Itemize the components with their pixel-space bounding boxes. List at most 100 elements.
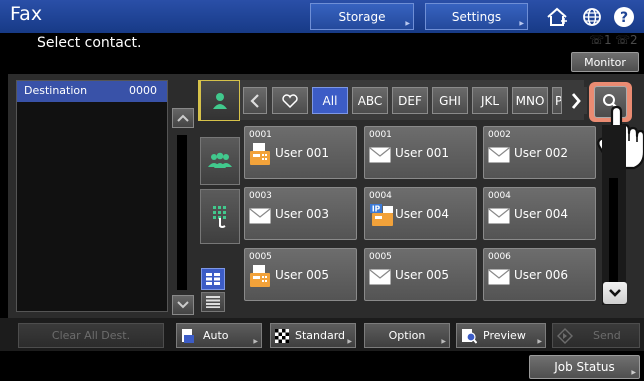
preview-label: Preview (483, 329, 526, 342)
filter-p-button[interactable]: P (552, 87, 562, 114)
contact-name: User 003 (275, 207, 330, 221)
dest-scrollbar[interactable] (177, 135, 187, 290)
globe-icon[interactable] (580, 5, 604, 29)
preview-button[interactable]: Preview ▶ (456, 323, 546, 348)
send-button[interactable]: Send (552, 323, 640, 348)
contact-grid: 0001 User 001 0001 User 001 0002 User 002 0003… (236, 122, 596, 312)
contact-card[interactable]: 0006 User 006 (483, 248, 596, 301)
list-view-icon (206, 296, 220, 308)
fax-icon (249, 142, 271, 170)
resolution-auto-button[interactable]: Auto ▶ (176, 323, 262, 348)
help-icon[interactable]: ? (612, 5, 636, 29)
preview-icon (462, 328, 477, 344)
app-title: Fax (10, 3, 43, 25)
auto-label: Auto (203, 329, 229, 342)
grid-scroll-down-button[interactable] (603, 282, 627, 304)
document-icon (182, 328, 194, 343)
dest-scroll-up-button[interactable] (172, 108, 194, 128)
email-icon (488, 147, 510, 167)
contact-name: User 006 (514, 268, 569, 282)
checker-icon (275, 328, 289, 343)
contact-name: User 001 (395, 146, 450, 160)
keypad-icon (213, 205, 226, 228)
send-icon (557, 327, 573, 344)
contact-card[interactable]: 0001 User 001 (244, 126, 357, 179)
contact-card[interactable]: 0005 User 005 (364, 248, 477, 301)
storage-button[interactable]: Storage ▶ (310, 3, 414, 30)
contact-name: User 004 (395, 207, 450, 221)
email-icon (249, 208, 271, 228)
email-icon (488, 208, 510, 228)
send-label: Send (593, 329, 621, 342)
destination-header[interactable]: Destination 0000 (17, 81, 167, 102)
line-2-indicator: ☏2 (615, 33, 638, 47)
contact-number: 0005 (249, 252, 272, 262)
fax-icon (249, 264, 271, 292)
filter-prev-button[interactable] (243, 87, 267, 114)
option-button[interactable]: Option ▶ (364, 323, 450, 348)
phone-icon: ☏ (589, 33, 605, 47)
view-list-button[interactable] (201, 292, 225, 312)
ip-fax-icon: IP (369, 203, 395, 231)
clear-all-dest-button[interactable]: Clear All Dest. (18, 323, 164, 348)
option-label: Option (388, 329, 426, 342)
destination-label: Destination (24, 84, 88, 97)
contact-name: User 002 (514, 146, 569, 160)
dest-scroll-down-button[interactable] (172, 295, 194, 315)
contact-card[interactable]: 0001 User 001 (364, 126, 477, 179)
contact-card[interactable]: 0004 IP User 004 (364, 187, 477, 240)
grid-view-icon (206, 273, 220, 285)
contact-number: 0004 (488, 191, 511, 201)
line-1-indicator: ☏1 (589, 33, 612, 47)
grid-scrollbar[interactable] (609, 178, 618, 288)
contact-number: 0001 (249, 130, 272, 140)
contact-name: User 004 (514, 207, 569, 221)
line-2-label: 2 (630, 33, 638, 47)
status-message: Select contact. (37, 35, 142, 51)
contact-card[interactable]: 0002 User 002 (483, 126, 596, 179)
email-icon (369, 147, 391, 167)
contact-number: 0005 (369, 252, 392, 262)
monitor-button[interactable]: Monitor (571, 52, 639, 72)
contact-number: 0006 (488, 252, 511, 262)
line-1-label: 1 (604, 33, 612, 47)
tab-group-contacts[interactable] (200, 137, 240, 185)
email-icon (488, 269, 510, 289)
contact-card[interactable]: 0003 User 003 (244, 187, 357, 240)
phone-icon: ☏ (615, 33, 631, 47)
filter-ghi-button[interactable]: GHI (432, 87, 468, 114)
job-status-label: Job Status (554, 360, 615, 374)
resolution-standard-button[interactable]: Standard ▶ (270, 323, 356, 348)
filter-def-button[interactable]: DEF (392, 87, 428, 114)
job-status-button[interactable]: Job Status ▶ (529, 355, 640, 379)
contact-number: 0001 (369, 130, 392, 140)
person-icon (213, 92, 227, 109)
group-icon (208, 152, 232, 168)
destination-list[interactable] (16, 80, 168, 312)
contact-name: User 005 (395, 268, 450, 282)
contact-card[interactable]: 0004 User 004 (483, 187, 596, 240)
home-icon[interactable] (545, 5, 569, 29)
heart-icon (282, 93, 298, 108)
contact-name: User 001 (275, 146, 330, 160)
filter-abc-button[interactable]: ABC (352, 87, 388, 114)
filter-all-button[interactable]: All (312, 87, 348, 114)
destination-count: 0000 (129, 84, 157, 97)
settings-label: Settings (451, 9, 502, 24)
contact-number: 0003 (249, 191, 272, 201)
contact-card[interactable]: 0005 User 005 (244, 248, 357, 301)
contact-number: 0002 (488, 130, 511, 140)
filter-next-button[interactable] (565, 87, 587, 114)
contact-name: User 005 (275, 268, 330, 282)
svg-text:?: ? (620, 10, 628, 26)
storage-label: Storage (338, 9, 386, 24)
favorites-filter-button[interactable] (272, 87, 308, 114)
tab-single-contact[interactable] (200, 80, 240, 121)
view-grid-button[interactable] (201, 268, 225, 290)
filter-jkl-button[interactable]: JKL (472, 87, 508, 114)
settings-button[interactable]: Settings ▶ (425, 3, 528, 30)
tab-keypad[interactable] (200, 189, 240, 244)
standard-label: Standard (295, 329, 346, 342)
contact-number: 0004 (369, 191, 392, 201)
filter-mno-button[interactable]: MNO (512, 87, 548, 114)
